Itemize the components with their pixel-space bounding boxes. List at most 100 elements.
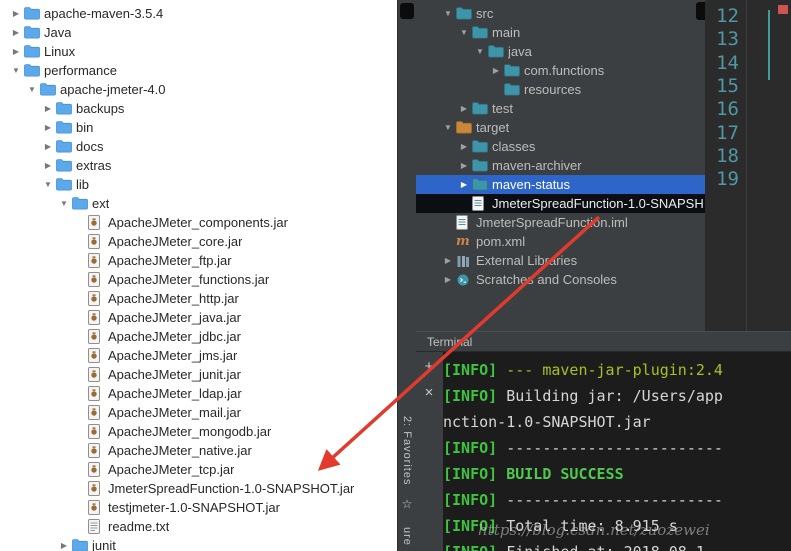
finder-item[interactable]: ApacheJMeter_mail.jar [0,403,397,422]
disclosure-expanded-icon[interactable]: ▼ [24,85,40,94]
maven-icon: m [456,234,470,249]
disclosure-collapsed-icon[interactable]: ▶ [456,104,472,113]
disclosure-collapsed-icon[interactable]: ▶ [40,142,56,151]
project-tree-item[interactable]: ▶ maven-archiver [415,156,705,175]
finder-item-label: performance [44,63,117,78]
project-tree-item[interactable]: ▶ maven-status [415,175,705,194]
project-tree-item[interactable]: ▶ com.functions [415,61,705,80]
disclosure-collapsed-icon[interactable]: ▶ [456,161,472,170]
finder-item[interactable]: ▶ apache-maven-3.5.4 [0,4,397,23]
disclosure-collapsed-icon[interactable]: ▶ [40,161,56,170]
panel-corner-button[interactable] [696,2,705,20]
folder-icon [472,102,492,115]
finder-item-label: apache-jmeter-4.0 [60,82,166,97]
finder-item[interactable]: ▼ performance [0,61,397,80]
disclosure-collapsed-icon[interactable]: ▶ [56,541,72,550]
finder-item-label: ApacheJMeter_mail.jar [108,405,241,420]
project-tree-item[interactable]: JmeterSpreadFunction-1.0-SNAPSH [415,194,705,213]
disclosure-collapsed-icon[interactable]: ▶ [488,66,504,75]
disclosure-expanded-icon[interactable]: ▼ [40,180,56,189]
disclosure-expanded-icon[interactable]: ▼ [8,66,24,75]
finder-item[interactable]: testjmeter-1.0-SNAPSHOT.jar [0,498,397,517]
jar-file-icon [88,291,108,306]
folder-icon [472,159,492,172]
disclosure-expanded-icon[interactable]: ▼ [472,47,488,56]
disclosure-expanded-icon[interactable]: ▼ [56,199,72,208]
disclosure-collapsed-icon[interactable]: ▶ [8,28,24,37]
project-tree-item[interactable]: ▶ External Libraries [415,251,705,270]
finder-item[interactable]: ▶ docs [0,137,397,156]
disclosure-expanded-icon[interactable]: ▼ [440,123,456,132]
file-icon [456,215,476,230]
finder-item[interactable]: ApacheJMeter_jdbc.jar [0,327,397,346]
jar-file-icon [88,367,108,382]
finder-item[interactable]: ApacheJMeter_native.jar [0,441,397,460]
finder-item[interactable]: ▶ junit [0,536,397,551]
terminal-text: Finished at: 2018-08-1 [497,543,705,551]
disclosure-collapsed-icon[interactable]: ▶ [440,256,456,265]
line-number: 19 [716,168,739,191]
project-tree-item-label: pom.xml [476,234,526,249]
project-tree-item[interactable]: ▼ main [415,23,705,42]
finder-item[interactable]: ApacheJMeter_core.jar [0,232,397,251]
favorites-toolwindow-button[interactable]: 2: Favorites [398,416,416,496]
error-stripe-mark [778,5,788,14]
finder-item[interactable]: ApacheJMeter_components.jar [0,213,397,232]
terminal-header: Terminal [415,331,791,352]
finder-item[interactable]: readme.txt [0,517,397,536]
finder-item-label: ApacheJMeter_http.jar [108,291,239,306]
finder-item[interactable]: ApacheJMeter_functions.jar [0,270,397,289]
finder-item[interactable]: JmeterSpreadFunction-1.0-SNAPSHOT.jar [0,479,397,498]
disclosure-expanded-icon[interactable]: ▼ [456,28,472,37]
project-tree-item[interactable]: resources [415,80,705,99]
finder-item[interactable]: ▼ lib [0,175,397,194]
disclosure-collapsed-icon[interactable]: ▶ [8,47,24,56]
close-session-button[interactable]: × [420,384,438,402]
finder-item[interactable]: ApacheJMeter_ftp.jar [0,251,397,270]
line-number: 13 [716,28,739,51]
project-tree-item[interactable]: ▼ target [415,118,705,137]
finder-item[interactable]: ApacheJMeter_mongodb.jar [0,422,397,441]
finder-item[interactable]: ApacheJMeter_tcp.jar [0,460,397,479]
disclosure-expanded-icon[interactable]: ▼ [440,9,456,18]
new-session-button[interactable]: + [420,358,438,376]
finder-item[interactable]: ▶ backups [0,99,397,118]
tool-window-icon[interactable] [400,3,414,19]
finder-item[interactable]: ▶ Linux [0,42,397,61]
project-tree-item[interactable]: ▶ classes [415,137,705,156]
project-tree-item[interactable]: JmeterSpreadFunction.iml [415,213,705,232]
folder-icon [56,102,76,115]
terminal-tab[interactable]: Terminal [427,335,472,349]
disclosure-collapsed-icon[interactable]: ▶ [8,9,24,18]
finder-item[interactable]: ▶ bin [0,118,397,137]
disclosure-collapsed-icon[interactable]: ▶ [440,275,456,284]
disclosure-collapsed-icon[interactable]: ▶ [40,123,56,132]
folder-icon [56,159,76,172]
project-tree-item[interactable]: ▼ src [415,4,705,23]
structure-toolwindow-button[interactable]: ure [398,527,416,551]
project-tree-item[interactable]: ▶ test [415,99,705,118]
project-tree-item-label: src [476,6,494,21]
terminal-text: [INFO] [443,491,498,509]
folder-icon [488,45,508,58]
finder-item[interactable]: ApacheJMeter_junit.jar [0,365,397,384]
favorites-star-icon[interactable]: ☆ [398,497,416,511]
jar-file-icon [88,253,108,268]
finder-item[interactable]: ▼ apache-jmeter-4.0 [0,80,397,99]
finder-item[interactable]: ApacheJMeter_ldap.jar [0,384,397,403]
disclosure-collapsed-icon[interactable]: ▶ [456,180,472,189]
finder-item[interactable]: ApacheJMeter_java.jar [0,308,397,327]
project-tree-item[interactable]: ▼ java [415,42,705,61]
finder-item[interactable]: ▼ ext [0,194,397,213]
disclosure-collapsed-icon[interactable]: ▶ [40,104,56,113]
finder-item-label: JmeterSpreadFunction-1.0-SNAPSHOT.jar [108,481,355,496]
disclosure-collapsed-icon[interactable]: ▶ [456,142,472,151]
project-tree-item[interactable]: m pom.xml [415,232,705,251]
finder-item[interactable]: ApacheJMeter_http.jar [0,289,397,308]
project-tree-item-label: maven-status [492,177,571,192]
finder-item[interactable]: ▶ Java [0,23,397,42]
finder-item[interactable]: ▶ extras [0,156,397,175]
project-tree-item[interactable]: ▶ Scratches and Consoles [415,270,705,289]
file-explorer-panel: ▶ apache-maven-3.5.4 ▶ Java ▶ Linux ▼ performan… [0,0,397,551]
finder-item[interactable]: ApacheJMeter_jms.jar [0,346,397,365]
